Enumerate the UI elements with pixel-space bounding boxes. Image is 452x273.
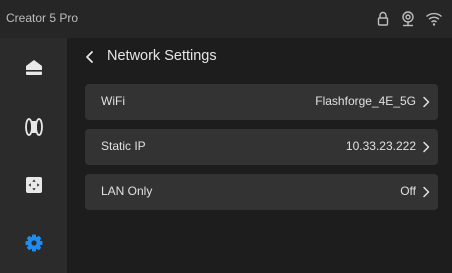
page-title: Network Settings: [107, 48, 217, 64]
chevron-left-icon: [86, 51, 93, 63]
chevron-right-icon: [423, 141, 430, 153]
lan-only-setting-row[interactable]: LAN Only Off: [85, 174, 438, 210]
setting-label: Static IP: [101, 139, 146, 153]
sidebar-item-filament[interactable]: [0, 98, 67, 156]
status-bar: Creator 5 Pro: [0, 0, 452, 38]
network-settings-panel: Network Settings WiFi Flashforge_4E_5G S…: [67, 38, 452, 273]
setting-value: Flashforge_4E_5G: [315, 94, 416, 108]
wifi-setting-row[interactable]: WiFi Flashforge_4E_5G: [85, 84, 438, 120]
filament-spool-icon: [23, 116, 45, 138]
setting-value: Off: [400, 184, 416, 198]
lock-icon: [374, 10, 392, 28]
move-axes-icon: [23, 174, 45, 196]
sidebar-item-settings[interactable]: [0, 214, 67, 272]
sidebar-item-home[interactable]: [0, 38, 67, 96]
sidebar: [0, 38, 67, 273]
printer-screen: Creator 5 Pro Network Settings WiFi Flas…: [0, 0, 452, 273]
page-header: Network Settings: [67, 38, 452, 78]
chevron-right-icon: [423, 186, 430, 198]
setting-label: WiFi: [101, 94, 125, 108]
static-ip-setting-row[interactable]: Static IP 10.33.23.222: [85, 129, 438, 165]
device-name: Creator 5 Pro: [6, 11, 79, 25]
setting-label: LAN Only: [101, 184, 153, 198]
home-icon: [23, 56, 45, 78]
wifi-icon: [425, 10, 443, 28]
setting-value: 10.33.23.222: [345, 139, 416, 153]
back-button[interactable]: [81, 48, 99, 66]
chevron-right-icon: [423, 96, 430, 108]
webcam-icon: [399, 10, 417, 28]
gear-icon: [23, 232, 45, 254]
sidebar-item-controls[interactable]: [0, 156, 67, 214]
